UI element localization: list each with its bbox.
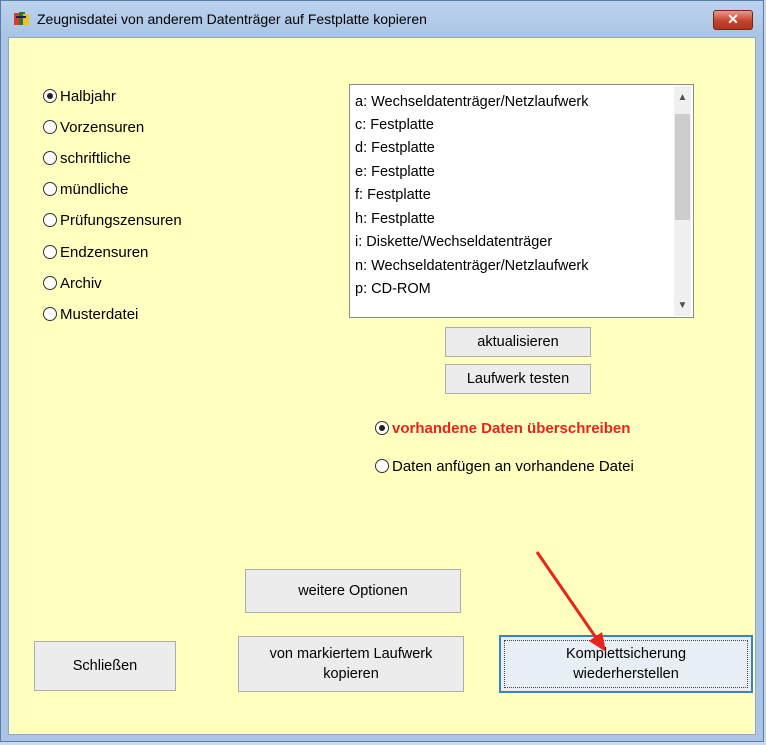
title-bar: Zeugnisdatei von anderem Datenträger auf… (1, 1, 763, 37)
drive-listbox[interactable]: a: Wechseldatenträger/Netzlaufwerk c: Fe… (349, 84, 694, 318)
radio-label: mündliche (60, 180, 129, 198)
radio-indicator (43, 245, 57, 259)
radio-label: Prüfungszensuren (60, 211, 182, 229)
radio-vorzensuren[interactable]: Vorzensuren (43, 117, 144, 137)
radio-label: Musterdatei (60, 305, 139, 323)
drive-list-item[interactable]: n: Wechseldatenträger/Netzlaufwerk (355, 254, 588, 278)
radio-indicator (43, 182, 57, 196)
list-scrollbar[interactable]: ▲ ▼ (674, 86, 691, 316)
radio-indicator (43, 213, 57, 227)
radio-indicator (43, 89, 57, 103)
radio-musterdatei[interactable]: Musterdatei (43, 304, 138, 324)
dialog-client-area: Halbjahr Vorzensuren schriftliche mündli… (8, 37, 756, 735)
radio-label: Endzensuren (60, 243, 149, 261)
drive-list-item[interactable]: d: Festplatte (355, 136, 435, 160)
radio-label: vorhandene Daten überschreiben (392, 419, 631, 437)
close-icon: ✕ (727, 11, 739, 27)
focus-rect: Komplettsicherung wiederherstellen (504, 640, 748, 688)
radio-indicator (43, 307, 57, 321)
close-button[interactable]: Schließen (34, 641, 176, 691)
drive-list-item[interactable]: h: Festplatte (355, 207, 435, 231)
radio-endzensuren[interactable]: Endzensuren (43, 242, 148, 262)
radio-pruefungszensuren[interactable]: Prüfungszensuren (43, 210, 182, 230)
scroll-thumb[interactable] (675, 114, 690, 220)
restore-button-line1: Komplettsicherung (565, 646, 687, 662)
radio-indicator (375, 421, 389, 435)
radio-schriftliche[interactable]: schriftliche (43, 148, 131, 168)
window-title: Zeugnisdatei von anderem Datenträger auf… (37, 11, 427, 27)
radio-label: Daten anfügen an vorhandene Datei (392, 457, 634, 475)
radio-indicator (43, 276, 57, 290)
radio-archiv[interactable]: Archiv (43, 273, 102, 293)
radio-label: Halbjahr (60, 87, 116, 105)
dialog-window: Zeugnisdatei von anderem Datenträger auf… (0, 0, 764, 742)
radio-indicator (375, 459, 389, 473)
drive-list-item[interactable]: a: Wechseldatenträger/Netzlaufwerk (355, 90, 588, 114)
restore-button-line2: wiederherstellen (573, 666, 679, 682)
test-drive-button[interactable]: Laufwerk testen (445, 364, 591, 394)
radio-muendliche[interactable]: mündliche (43, 179, 128, 199)
copy-button-line2: kopieren (323, 666, 379, 682)
more-options-button[interactable]: weitere Optionen (245, 569, 461, 613)
radio-append[interactable]: Daten anfügen an vorhandene Datei (375, 456, 634, 476)
drive-list-item[interactable]: i: Diskette/Wechseldatenträger (355, 230, 552, 254)
radio-overwrite[interactable]: vorhandene Daten überschreiben (375, 418, 630, 438)
copy-from-drive-button[interactable]: von markiertem Laufwerk kopieren (238, 636, 464, 692)
radio-halbjahr[interactable]: Halbjahr (43, 86, 116, 106)
app-icon (14, 12, 29, 25)
drive-list-item[interactable]: p: CD-ROM (355, 277, 431, 301)
drive-list-item[interactable]: f: Festplatte (355, 183, 431, 207)
restore-backup-button[interactable]: Komplettsicherung wiederherstellen (499, 635, 753, 693)
radio-label: Archiv (60, 274, 102, 292)
copy-button-line1: von markiertem Laufwerk (269, 646, 433, 662)
refresh-button[interactable]: aktualisieren (445, 327, 591, 357)
scroll-down-icon[interactable]: ▼ (674, 297, 691, 314)
scroll-up-icon[interactable]: ▲ (674, 89, 691, 106)
close-window-button[interactable]: ✕ (713, 10, 753, 30)
radio-label: schriftliche (60, 149, 131, 167)
radio-label: Vorzensuren (60, 118, 145, 136)
radio-indicator (43, 151, 57, 165)
drive-list-item[interactable]: c: Festplatte (355, 113, 434, 137)
radio-indicator (43, 120, 57, 134)
drive-list-item[interactable]: e: Festplatte (355, 160, 435, 184)
